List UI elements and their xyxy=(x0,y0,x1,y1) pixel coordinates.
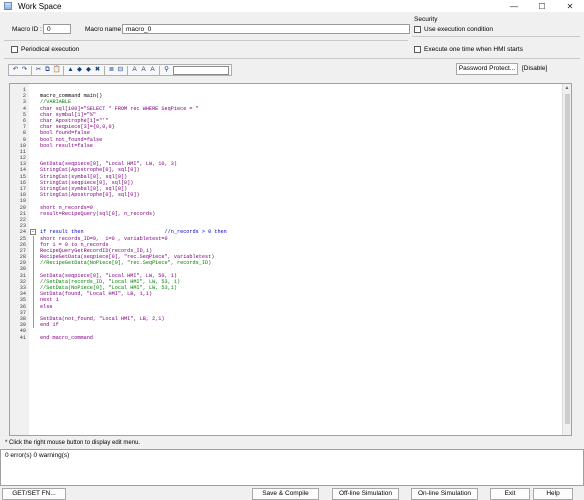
find-icon[interactable]: ⚲ xyxy=(163,65,171,75)
list-icon[interactable]: ≣ xyxy=(108,65,116,75)
code-lines[interactable]: 1 2 macro_command main() 3//VARIABLE 4 char s… xyxy=(10,87,571,341)
scroll-thumb[interactable] xyxy=(564,94,570,424)
toolbar-icons: ↶ ↷ ✂ ⧉ 📋 ▲ ◆ ◆ ✖ ≣ ⊟ A A A ⚲ xyxy=(8,64,232,76)
paste-icon[interactable]: 📋 xyxy=(53,65,61,75)
toolbar-separator xyxy=(63,65,64,75)
toolbar-separator xyxy=(127,65,128,75)
toolbar-separator xyxy=(159,65,160,75)
macro-id-field[interactable]: 0 xyxy=(43,24,71,34)
prev-bookmark-icon[interactable]: ◆ xyxy=(76,65,84,75)
collapse-icon[interactable]: ⊟ xyxy=(117,65,125,75)
macro-id-label: Macro ID : xyxy=(12,26,42,33)
font-style-icon[interactable]: A xyxy=(149,65,157,75)
online-simulation-button[interactable]: On-line Simulation xyxy=(411,488,478,500)
editor-vertical-scrollbar[interactable]: ▲ xyxy=(562,84,571,435)
maximize-button[interactable]: ☐ xyxy=(528,0,556,12)
macro-name-label: Macro name : xyxy=(85,26,125,33)
font-decrease-icon[interactable]: A xyxy=(140,65,148,75)
edit-menu-hint: * Click the right mouse button to displa… xyxy=(5,440,141,446)
execute-once-label: Execute one time when HMI starts xyxy=(424,46,523,53)
undo-icon[interactable]: ↶ xyxy=(12,65,20,75)
toggle-bookmark-icon[interactable]: ▲ xyxy=(67,65,75,75)
code-line[interactable]: 41 end macro_command xyxy=(10,335,571,341)
macro-properties: Macro ID : 0 Macro name : macro_0 Securi… xyxy=(0,14,584,60)
help-button[interactable]: Help xyxy=(533,488,573,500)
title-bar: Work Space — ☐ ✕ xyxy=(0,0,584,12)
editor-toolbar: ↶ ↷ ✂ ⧉ 📋 ▲ ◆ ◆ ✖ ≣ ⊟ A A A ⚲ Password Protect... [Dis… xyxy=(0,63,584,77)
close-button[interactable]: ✕ xyxy=(556,0,584,12)
code-text: end macro_command xyxy=(40,334,93,341)
code-editor[interactable]: 1 2 macro_command main() 3//VARIABLE 4 char s… xyxy=(9,83,572,436)
redo-icon[interactable]: ↷ xyxy=(21,65,29,75)
security-label: Security xyxy=(414,16,438,23)
app-icon xyxy=(4,2,12,10)
macro-name-field[interactable]: macro_0 xyxy=(122,24,410,34)
bottom-button-bar: GET/SET FN... Save & Compile Off-line Si… xyxy=(0,488,584,500)
periodical-execution-label: Periodical execution xyxy=(21,46,80,53)
password-protect-button[interactable]: Password Protect... xyxy=(456,63,518,75)
minimize-button[interactable]: — xyxy=(500,0,528,12)
periodical-execution-checkbox[interactable] xyxy=(11,46,18,53)
next-bookmark-icon[interactable]: ◆ xyxy=(85,65,93,75)
compile-output: 0 error(s) 0 warning(s) xyxy=(0,449,584,486)
exit-button[interactable]: Exit xyxy=(490,488,530,500)
line-number: 41 xyxy=(19,334,26,341)
use-execution-condition-label: Use execution condition xyxy=(424,26,494,33)
protection-status: [Disable] xyxy=(522,65,548,72)
cut-icon[interactable]: ✂ xyxy=(35,65,43,75)
execute-once-checkbox[interactable] xyxy=(414,46,421,53)
copy-icon[interactable]: ⧉ xyxy=(44,65,52,75)
offline-simulation-button[interactable]: Off-line Simulation xyxy=(332,488,399,500)
toolbar-separator xyxy=(31,65,32,75)
window-title: Work Space xyxy=(18,1,62,11)
clear-bookmarks-icon[interactable]: ✖ xyxy=(94,65,102,75)
save-compile-button[interactable]: Save & Compile xyxy=(252,488,319,500)
scroll-up-icon[interactable]: ▲ xyxy=(563,84,571,93)
font-increase-icon[interactable]: A xyxy=(131,65,139,75)
fold-toggle-icon[interactable]: − xyxy=(30,229,36,236)
toolbar-separator xyxy=(104,65,105,75)
find-input[interactable] xyxy=(173,65,229,75)
use-execution-condition-checkbox[interactable] xyxy=(414,26,421,33)
get-set-fn-button[interactable]: GET/SET FN... xyxy=(2,488,66,500)
